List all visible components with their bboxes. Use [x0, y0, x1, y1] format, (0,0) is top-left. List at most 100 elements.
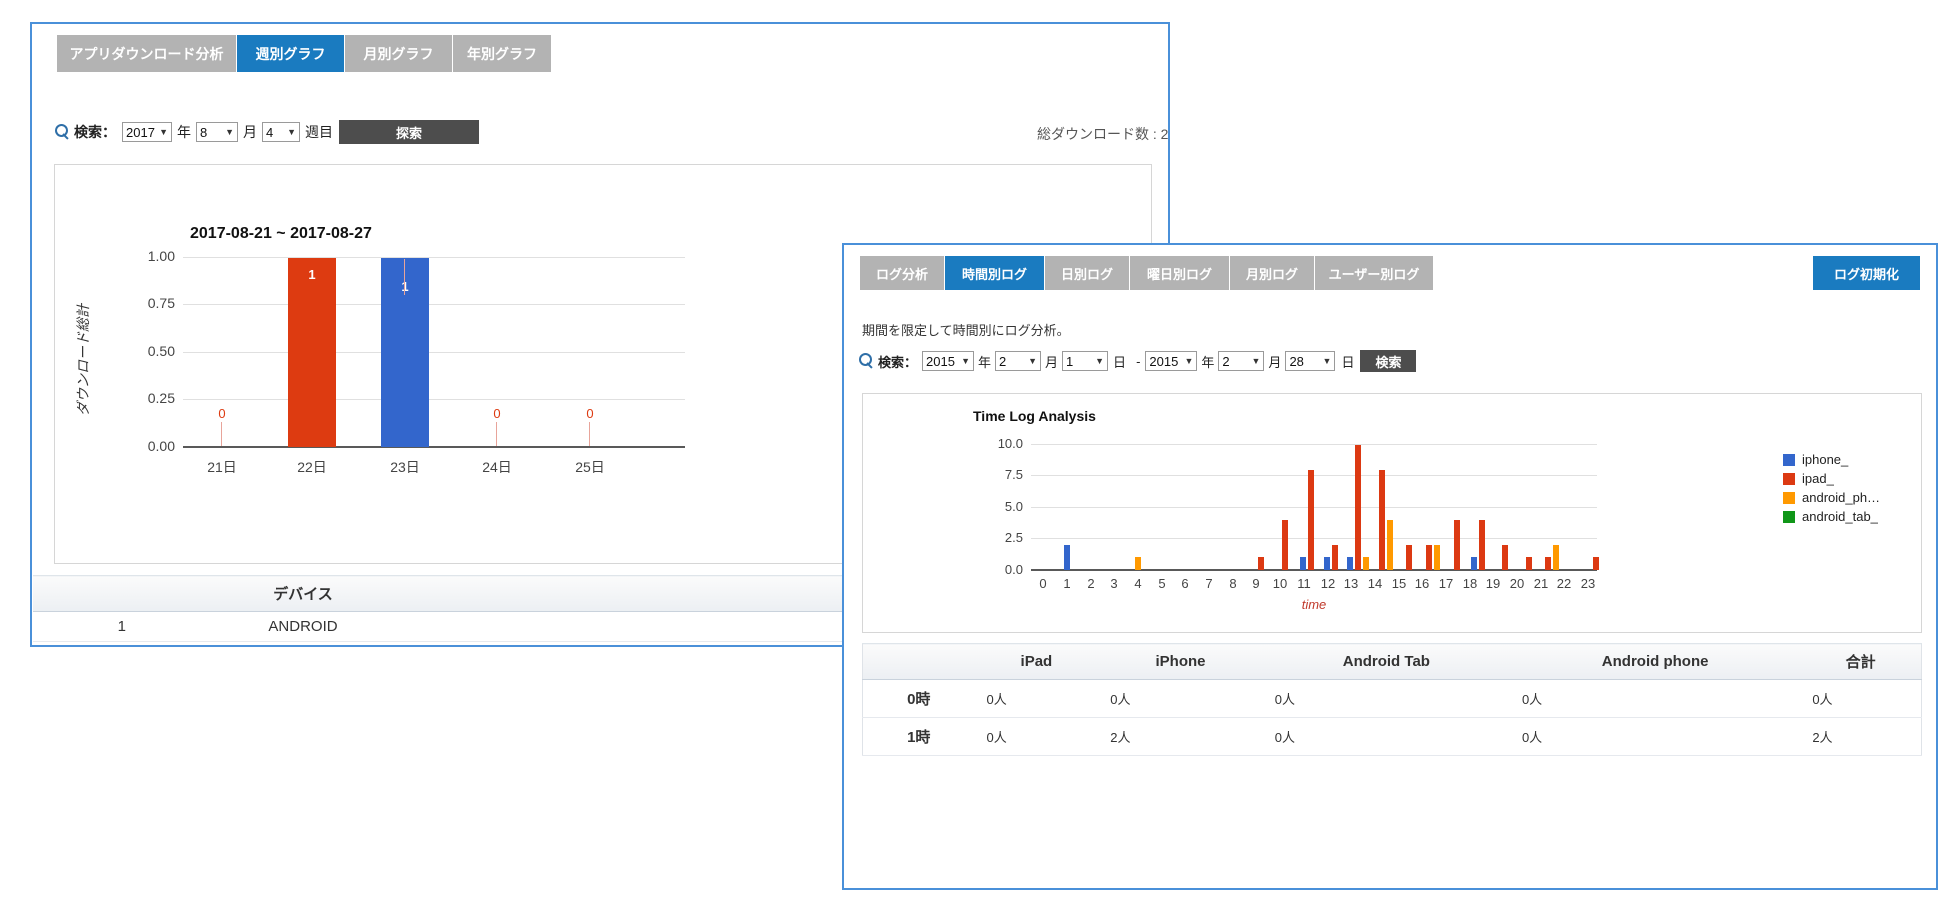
- xtick-4: 4: [1128, 576, 1148, 591]
- xtick-2: 2: [1081, 576, 1101, 591]
- xtick-22: 22日: [282, 457, 342, 477]
- legend-swatch-icon: [1783, 473, 1795, 485]
- to-month-select[interactable]: 2 ▼: [1218, 351, 1264, 371]
- left-search-row: 検索： 2017 ▼ 年 8 ▼ 月 4 ▼ 週目 探索: [54, 120, 479, 144]
- tab-weekday-log[interactable]: 曜日別ログ: [1130, 256, 1230, 290]
- cell-hour: 1時: [863, 718, 975, 756]
- table-row[interactable]: 1時 0人 2人 0人 0人 2人: [863, 718, 1922, 756]
- gridline-7.5: [1031, 475, 1597, 476]
- legend-label: android_ph…: [1802, 490, 1880, 505]
- xtick-5: 5: [1152, 576, 1172, 591]
- from-month-select[interactable]: 2 ▼: [995, 351, 1041, 371]
- bar-h17-ipad: [1454, 520, 1460, 570]
- xtick-19: 19: [1480, 576, 1506, 591]
- col-android-tab: Android Tab: [1263, 644, 1510, 680]
- year-select[interactable]: 2017 ▼: [122, 122, 172, 142]
- bar-h23-ipad: [1593, 557, 1599, 570]
- from-day-unit: 日: [1113, 352, 1126, 371]
- col-total: 合計: [1800, 644, 1921, 680]
- bar-value-23: 1: [391, 279, 419, 294]
- tab-log-analysis[interactable]: ログ分析: [860, 256, 945, 290]
- legend-swatch-icon: [1783, 511, 1795, 523]
- xtick-13: 13: [1338, 576, 1364, 591]
- cell-index: 1: [33, 612, 138, 642]
- ytick-5.0: 5.0: [975, 499, 1023, 514]
- tab-daily-log[interactable]: 日別ログ: [1045, 256, 1130, 290]
- tab-hourly-log[interactable]: 時間別ログ: [945, 256, 1045, 290]
- tab-label: 年別グラフ: [467, 44, 537, 64]
- from-year-unit: 年: [978, 352, 991, 371]
- tab-user-log[interactable]: ユーザー別ログ: [1315, 256, 1433, 290]
- xtick-23: 23日: [375, 457, 435, 477]
- bar-h10-ipad: [1282, 520, 1288, 570]
- month-select[interactable]: 8 ▼: [196, 122, 238, 142]
- bar-h14-android-phone: [1387, 520, 1393, 570]
- ytick-0.25: 0.25: [121, 390, 175, 406]
- search-button-label: 探索: [396, 123, 422, 142]
- to-month-value: 2: [1222, 354, 1233, 369]
- cell-android-phone: 0人: [1510, 718, 1800, 756]
- range-separator: -: [1136, 354, 1140, 369]
- xtick-0: 0: [1033, 576, 1053, 591]
- to-day-unit: 日: [1341, 352, 1354, 371]
- bar-h18-ipad: [1479, 520, 1485, 570]
- cell-device: ANDROID: [138, 612, 468, 642]
- to-year-value: 2015: [1149, 354, 1182, 369]
- bar-h12-iphone: [1324, 557, 1330, 570]
- xtick-16: 16: [1409, 576, 1435, 591]
- cell-iphone: 0人: [1098, 680, 1263, 718]
- time-log-plot-area: 10.0 7.5 5.0 2.5 0.0 0 1 2 3 4 5 6 7 8 9…: [1031, 444, 1597, 570]
- bar-24: [496, 422, 497, 446]
- xtick-24: 24日: [467, 457, 527, 477]
- from-year-select[interactable]: 2015 ▼: [922, 351, 974, 371]
- legend-item-android-tab[interactable]: android_tab_: [1783, 507, 1880, 526]
- ytick-0.00: 0.00: [121, 438, 175, 454]
- chevron-down-icon: ▼: [1028, 356, 1037, 366]
- to-year-select[interactable]: 2015 ▼: [1145, 351, 1197, 371]
- from-day-select[interactable]: 1 ▼: [1062, 351, 1108, 371]
- tab-monthly-graph[interactable]: 月別グラフ: [345, 35, 453, 72]
- bar-h11-ipad: [1308, 470, 1314, 570]
- log-reset-label: ログ初期化: [1834, 264, 1899, 283]
- col-index: [33, 576, 138, 612]
- week-select[interactable]: 4 ▼: [262, 122, 300, 142]
- x-axis: [1031, 569, 1597, 571]
- to-day-select[interactable]: 28 ▼: [1285, 351, 1335, 371]
- col-device: デバイス: [138, 576, 468, 612]
- bar-value-22: 1: [298, 267, 326, 282]
- time-log-chart-title: Time Log Analysis: [973, 408, 1096, 424]
- bar-h21-ipad: [1545, 557, 1551, 570]
- ytick-10.0: 10.0: [975, 436, 1023, 451]
- legend-item-android-phone[interactable]: android_ph…: [1783, 488, 1880, 507]
- legend-item-iphone[interactable]: iphone_: [1783, 450, 1880, 469]
- table-row[interactable]: 0時 0人 0人 0人 0人 0人: [863, 680, 1922, 718]
- bar-h18-iphone: [1471, 557, 1477, 570]
- bar-h14-ipad: [1379, 470, 1385, 570]
- cell-ipad: 0人: [975, 680, 1099, 718]
- tab-app-download-analysis[interactable]: アプリダウンロード分析: [57, 35, 237, 72]
- tab-monthly-log[interactable]: 月別ログ: [1230, 256, 1315, 290]
- search-label: 検索：: [878, 352, 917, 371]
- xtick-3: 3: [1104, 576, 1124, 591]
- right-tabbar: ログ分析 時間別ログ 日別ログ 曜日別ログ 月別ログ ユーザー別ログ: [860, 256, 1433, 290]
- bar-h13-iphone: [1347, 557, 1353, 570]
- log-reset-button[interactable]: ログ初期化: [1813, 256, 1920, 290]
- bar-value-25: 0: [576, 406, 604, 421]
- tab-weekly-graph[interactable]: 週別グラフ: [237, 35, 345, 72]
- log-search-button[interactable]: 検索: [1360, 350, 1416, 372]
- chevron-down-icon: ▼: [225, 127, 234, 137]
- table-header-row: iPad iPhone Android Tab Android phone 合計: [863, 644, 1922, 680]
- bar-h15-ipad: [1406, 545, 1412, 570]
- month-select-value: 8: [200, 125, 211, 140]
- y-axis-label: ダウンロード総計: [73, 280, 93, 440]
- bar-h16-ipad: [1426, 545, 1432, 570]
- legend-item-ipad[interactable]: ipad_: [1783, 469, 1880, 488]
- search-button[interactable]: 探索: [339, 120, 479, 144]
- xtick-7: 7: [1199, 576, 1219, 591]
- xtick-9: 9: [1246, 576, 1266, 591]
- week-select-value: 4: [266, 125, 277, 140]
- bar-h16-android-phone: [1434, 545, 1440, 570]
- year-select-value: 2017: [126, 125, 159, 140]
- tab-yearly-graph[interactable]: 年別グラフ: [453, 35, 551, 72]
- time-log-chart-card: Time Log Analysis: [862, 393, 1922, 633]
